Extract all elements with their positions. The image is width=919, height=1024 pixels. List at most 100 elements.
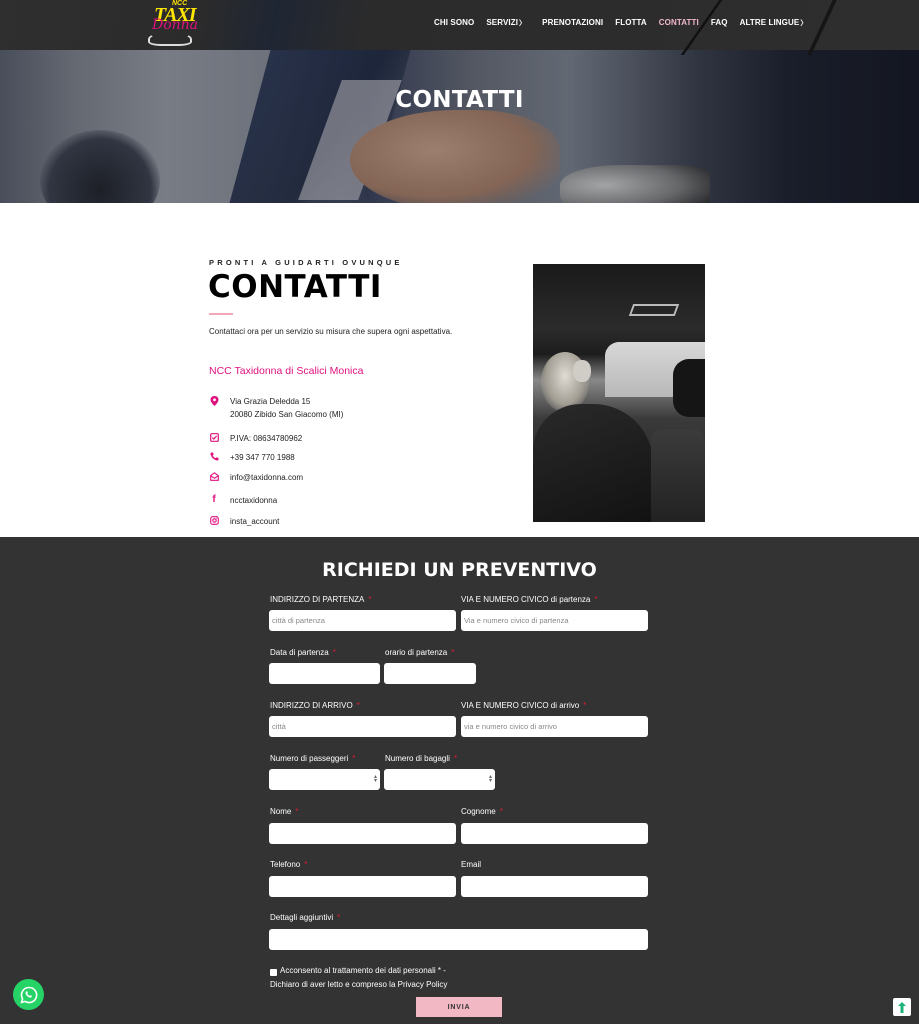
label-text: orario di partenza [385, 648, 448, 657]
submenu-chevron-icon: 〉 [519, 20, 527, 27]
vat-text: P.IVA: 08634780962 [230, 434, 303, 443]
photo-detail [673, 359, 705, 417]
label-text: Numero di bagagli [385, 754, 450, 763]
first-name-label: Nome * [270, 807, 298, 816]
contact-photo [533, 264, 705, 522]
map-pin-icon [209, 396, 219, 406]
label-text: VIA E NUMERO CIVICO di arrivo [461, 701, 580, 710]
nav-label: PRENOTAZIONI [542, 18, 604, 27]
facebook-icon: f [212, 494, 216, 505]
consent-label[interactable]: Acconsento al trattamento dei dati perso… [280, 966, 446, 975]
arrival-street-input[interactable] [461, 716, 648, 737]
departure-date-label: Data di partenza * [270, 648, 336, 657]
departure-city-label: INDIRIZZO DI PARTENZA * [270, 595, 372, 604]
nav-contatti[interactable]: CONTATTI [659, 18, 699, 28]
whatsapp-icon [19, 986, 37, 1004]
hero-overlay [0, 50, 919, 203]
email-item[interactable]: info@taxidonna.com [209, 472, 303, 484]
last-name-input[interactable] [461, 823, 648, 844]
address-line-1: Via Grazia Deledda 15 [230, 397, 311, 406]
photo-detail [628, 304, 680, 316]
facebook-text[interactable]: ncctaxidonna [230, 494, 277, 507]
instagram-item[interactable]: insta_account [209, 516, 279, 528]
luggage-stepper[interactable]: ▴ ▾ [384, 769, 495, 790]
required-mark: * [356, 701, 360, 710]
arrival-street-label: VIA E NUMERO CIVICO di arrivo * [461, 701, 586, 710]
departure-city-input[interactable] [269, 610, 456, 631]
nav-faq[interactable]: FAQ [711, 18, 728, 28]
luggage-label: Numero di bagagli * [385, 754, 457, 763]
quote-form-section: RICHIEDI UN PREVENTIVO INDIRIZZO DI PART… [0, 537, 919, 1024]
nav-servizi[interactable]: SERVIZI〉 [486, 18, 526, 28]
required-mark: * [337, 913, 341, 922]
phone-label: Telefono * [270, 860, 307, 869]
label-text: Data di partenza [270, 648, 329, 657]
company-name: NCC Taxidonna di Scalici Monica [209, 365, 364, 377]
departure-street-label: VIA E NUMERO CIVICO di partenza * [461, 595, 598, 604]
photo-detail [651, 429, 705, 522]
contact-section: PRONTI A GUIDARTI OVUNQUE CONTATTI Conta… [0, 203, 919, 537]
phone-icon [209, 452, 219, 462]
submit-button[interactable]: INVIA [416, 997, 502, 1017]
instagram-text[interactable]: insta_account [230, 515, 279, 528]
email-text[interactable]: info@taxidonna.com [230, 471, 303, 484]
nav-label: FLOTTA [615, 18, 647, 27]
nav-label: CONTATTI [658, 18, 699, 27]
section-title: CONTATTI [208, 269, 382, 305]
submenu-chevron-icon: 〉 [800, 20, 808, 27]
label-text: INDIRIZZO DI PARTENZA [270, 595, 365, 604]
departure-time-input[interactable] [384, 663, 476, 684]
phone-item[interactable]: +39 347 770 1988 [209, 452, 295, 464]
email-input[interactable] [461, 876, 648, 897]
details-input[interactable] [269, 929, 648, 950]
departure-date-input[interactable] [269, 663, 380, 684]
phone-text[interactable]: +39 347 770 1988 [230, 451, 295, 464]
required-mark: * [295, 807, 299, 816]
passengers-label: Numero di passeggeri * [270, 754, 355, 763]
label-text: INDIRIZZO DI ARRIVO [270, 701, 353, 710]
nav-prenotazioni[interactable]: PRENOTAZIONI [542, 18, 603, 28]
nav-flotta[interactable]: FLOTTA [615, 18, 647, 28]
nav-chi-sono[interactable]: CHI SONO [434, 18, 474, 28]
address-line-2: 20080 Zibido San Giacomo (MI) [230, 410, 344, 419]
photo-detail [573, 360, 591, 382]
address-text: Via Grazia Deledda 15 20080 Zibido San Gi… [230, 395, 343, 421]
required-mark: * [368, 595, 372, 604]
label-text: Cognome [461, 807, 496, 816]
nav-label: FAQ [710, 18, 728, 27]
consent-checkbox[interactable] [270, 969, 277, 976]
logo[interactable]: NCC TAXI Donna [146, 0, 208, 50]
nav-altre-lingue[interactable]: ALTRE LINGUE〉 [740, 18, 808, 28]
nav-label: ALTRE LINGUE [739, 18, 800, 27]
first-name-input[interactable] [269, 823, 456, 844]
required-mark: * [594, 595, 598, 604]
nav-label: SERVIZI [486, 18, 519, 27]
last-name-label: Cognome * [461, 807, 503, 816]
form-title: RICHIEDI UN PREVENTIVO [322, 559, 597, 581]
arrival-city-label: INDIRIZZO DI ARRIVO * [270, 701, 360, 710]
hero-title: CONTATTI [395, 87, 524, 113]
required-mark: * [304, 860, 308, 869]
arrival-city-input[interactable] [269, 716, 456, 737]
stepper-arrows-icon[interactable]: ▴ ▾ [489, 774, 492, 784]
address-item: Via Grazia Deledda 15 20080 Zibido San Gi… [209, 396, 343, 421]
whatsapp-button[interactable] [13, 979, 44, 1010]
instagram-icon [209, 516, 219, 526]
facebook-item[interactable]: f ncctaxidonna [209, 495, 277, 507]
email-label: Email [461, 860, 481, 869]
label-text: Telefono [270, 860, 301, 869]
label-text: VIA E NUMERO CIVICO di partenza [461, 595, 591, 604]
site-header: NCC TAXI Donna CHI SONO SERVIZI〉 PRENOTA… [0, 0, 919, 55]
stepper-arrows-icon[interactable]: ▴ ▾ [374, 774, 377, 784]
label-text: Numero di passeggeri [270, 754, 349, 763]
passengers-stepper[interactable]: ▴ ▾ [269, 769, 380, 790]
required-mark: * [352, 754, 356, 763]
departure-street-input[interactable] [461, 610, 648, 631]
nav-label: CHI SONO [434, 18, 475, 27]
hero-banner: CONTATTI [0, 50, 919, 203]
arrow-up-icon [898, 1001, 906, 1013]
required-mark: * [583, 701, 587, 710]
phone-input[interactable] [269, 876, 456, 897]
main-nav: CHI SONO SERVIZI〉 PRENOTAZIONI FLOTTA CO… [434, 18, 819, 28]
back-to-top-button[interactable] [893, 998, 911, 1016]
